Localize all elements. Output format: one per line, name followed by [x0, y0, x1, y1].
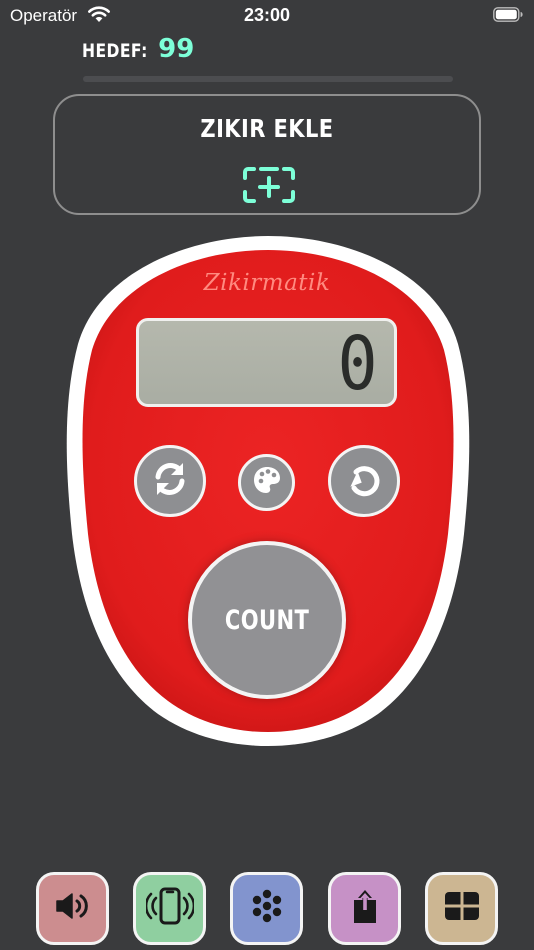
add-square-icon — [241, 166, 297, 209]
menu-grid-button[interactable] — [425, 872, 498, 945]
vibration-icon — [144, 887, 195, 930]
count-button[interactable]: COUNT — [188, 541, 346, 699]
sound-toggle-button[interactable] — [36, 872, 109, 945]
sync-icon — [150, 459, 190, 504]
grid-icon — [442, 889, 482, 928]
add-dhikr-button[interactable]: ZIKIR EKLE — [53, 94, 481, 215]
battery-full-icon — [493, 7, 523, 27]
undo-icon — [344, 459, 384, 504]
share-button[interactable] — [328, 872, 401, 945]
add-dhikr-title: ZIKIR EKLE — [200, 114, 334, 143]
counter-display: 0 — [136, 318, 397, 407]
reset-button[interactable] — [134, 445, 206, 517]
speaker-icon — [54, 890, 92, 927]
target-label: HEDEF: — [82, 40, 148, 62]
vibration-toggle-button[interactable] — [133, 872, 206, 945]
share-icon — [350, 888, 380, 929]
target-counter: HEDEF: 99 — [82, 34, 194, 64]
target-value: 99 — [158, 34, 195, 64]
counter-display-value: 0 — [337, 321, 378, 407]
status-time: 23:00 — [243, 5, 291, 25]
undo-button[interactable] — [328, 445, 400, 517]
palette-icon — [251, 464, 283, 501]
dhikr-list-button[interactable] — [230, 872, 303, 945]
theme-button[interactable] — [238, 454, 295, 511]
status-bar: Operatör 23:00 — [0, 0, 534, 32]
beads-icon — [249, 888, 285, 929]
count-label: COUNT — [224, 604, 310, 636]
target-progress-bar — [83, 76, 453, 82]
brand-logo: Zikirmatik — [203, 270, 331, 296]
